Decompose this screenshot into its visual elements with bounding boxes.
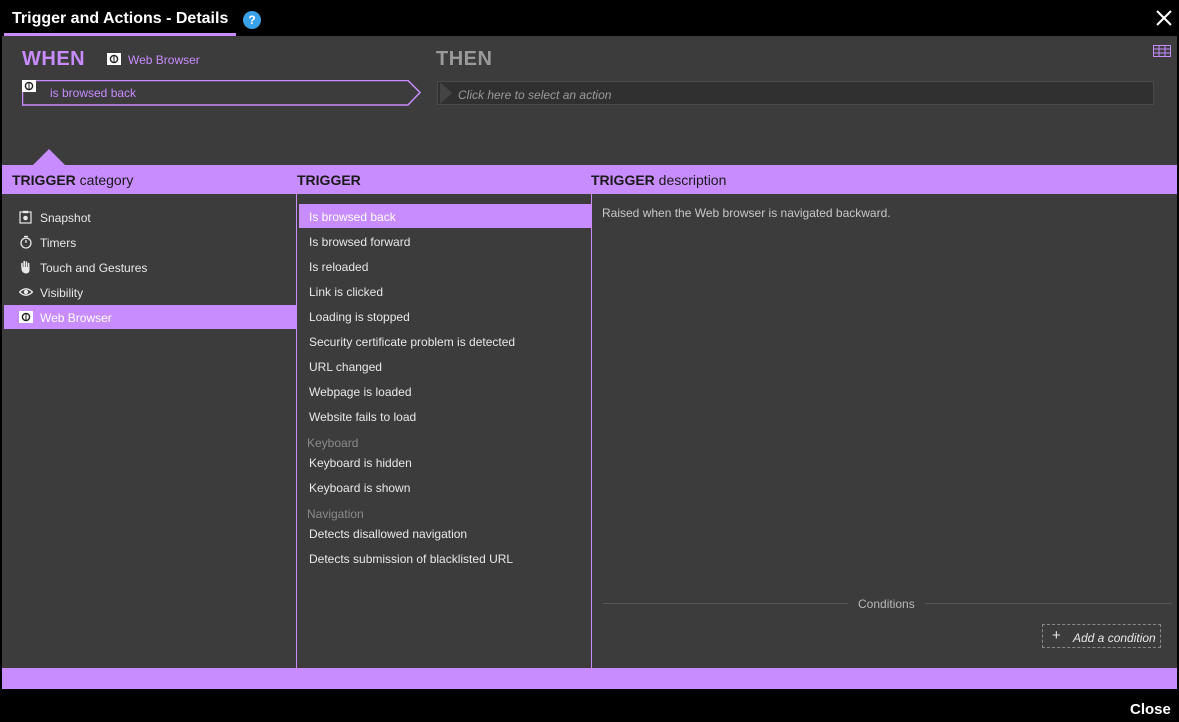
trigger-label: Keyboard is shown: [309, 481, 411, 495]
select-action-field[interactable]: Click here to select an action: [437, 81, 1154, 105]
conditions-divider: [603, 603, 848, 604]
trigger-label: Loading is stopped: [309, 310, 410, 324]
column-divider: [591, 194, 592, 668]
trigger-label: Is reloaded: [309, 260, 369, 274]
hand-icon: [21, 260, 30, 274]
trigger-column-header: TRIGGER: [297, 172, 361, 188]
trigger-label: URL changed: [309, 360, 382, 374]
trigger-label: Website fails to load: [309, 410, 417, 424]
close-icon[interactable]: [1154, 8, 1174, 28]
timer-icon: [20, 235, 32, 249]
trigger-item[interactable]: URL changed: [299, 354, 591, 378]
description-column-header: TRIGGER description: [591, 172, 727, 188]
action-placeholder: Click here to select an action: [458, 88, 612, 102]
footer-band: [2, 668, 1177, 689]
section-pointer: [33, 149, 65, 165]
add-condition-button[interactable]: + Add a condition: [1042, 624, 1161, 648]
trigger-item[interactable]: Keyboard is hidden: [299, 450, 591, 474]
when-heading: WHEN: [22, 48, 86, 70]
web-browser-icon: [19, 311, 33, 323]
trigger-label: Link is clicked: [309, 285, 384, 299]
trigger-item[interactable]: Website fails to load: [299, 404, 591, 428]
category-label: Visibility: [40, 286, 84, 300]
trigger-label: Detects submission of blacklisted URL: [309, 552, 514, 566]
category-label: Web Browser: [40, 311, 112, 325]
category-item-visibility[interactable]: Visibility: [4, 280, 296, 304]
category-item-timers[interactable]: Timers: [4, 230, 296, 254]
trigger-item[interactable]: Security certificate problem is detected: [299, 329, 591, 353]
trigger-label: Webpage is loaded: [309, 385, 412, 399]
trigger-item[interactable]: Webpage is loaded: [299, 379, 591, 403]
category-label: Timers: [40, 236, 77, 250]
category-item-web-browser[interactable]: Web Browser: [4, 305, 296, 329]
trigger-label: Security certificate problem is detected: [309, 335, 516, 349]
layout-grid-icon[interactable]: [1153, 45, 1171, 57]
selected-trigger-field[interactable]: is browsed back: [22, 80, 422, 106]
plus-icon: +: [1052, 627, 1061, 644]
trigger-item[interactable]: Is reloaded: [299, 254, 591, 278]
conditions-label: Conditions: [858, 597, 915, 611]
help-icon[interactable]: ?: [243, 11, 261, 29]
when-source-label: Web Browser: [128, 53, 200, 67]
add-condition-label: Add a condition: [1073, 631, 1156, 645]
selected-trigger-text: is browsed back: [50, 86, 137, 100]
trigger-item[interactable]: Is browsed forward: [299, 229, 591, 253]
trigger-item[interactable]: Is browsed back: [299, 204, 591, 228]
close-button[interactable]: Close: [1130, 701, 1171, 718]
trigger-label: Detects disallowed navigation: [309, 527, 468, 541]
column-header-band: [2, 165, 1177, 194]
trigger-label: Is browsed forward: [309, 235, 411, 249]
category-column-header: TRIGGER category: [12, 172, 134, 188]
trigger-item[interactable]: Keyboard is shown: [299, 475, 591, 499]
trigger-item[interactable]: Detects submission of blacklisted URL: [299, 546, 591, 570]
title-bar: Trigger and Actions - Details ?: [0, 0, 1179, 36]
web-browser-icon: [107, 53, 121, 65]
column-divider: [296, 194, 297, 668]
category-label: Touch and Gestures: [40, 261, 148, 275]
trigger-label: Is browsed back: [309, 210, 396, 224]
trigger-item[interactable]: Link is clicked: [299, 279, 591, 303]
web-browser-icon: [22, 80, 36, 92]
action-arrow-icon: [440, 82, 452, 104]
trigger-item[interactable]: Detects disallowed navigation: [299, 521, 591, 545]
conditions-divider: [925, 603, 1172, 604]
trigger-group-heading: Navigation: [307, 507, 364, 521]
trigger-description: Raised when the Web browser is navigated…: [602, 206, 891, 220]
category-item-touch[interactable]: Touch and Gestures: [4, 255, 296, 279]
trigger-item[interactable]: Loading is stopped: [299, 304, 591, 328]
trigger-group-heading: Keyboard: [307, 436, 359, 450]
trigger-label: Keyboard is hidden: [309, 456, 412, 470]
window-title: Trigger and Actions - Details: [12, 10, 229, 27]
category-item-snapshot[interactable]: Snapshot: [4, 205, 296, 229]
snapshot-icon: [19, 210, 32, 224]
eye-icon: [19, 288, 33, 296]
then-heading: THEN: [436, 48, 493, 70]
category-label: Snapshot: [40, 211, 91, 225]
